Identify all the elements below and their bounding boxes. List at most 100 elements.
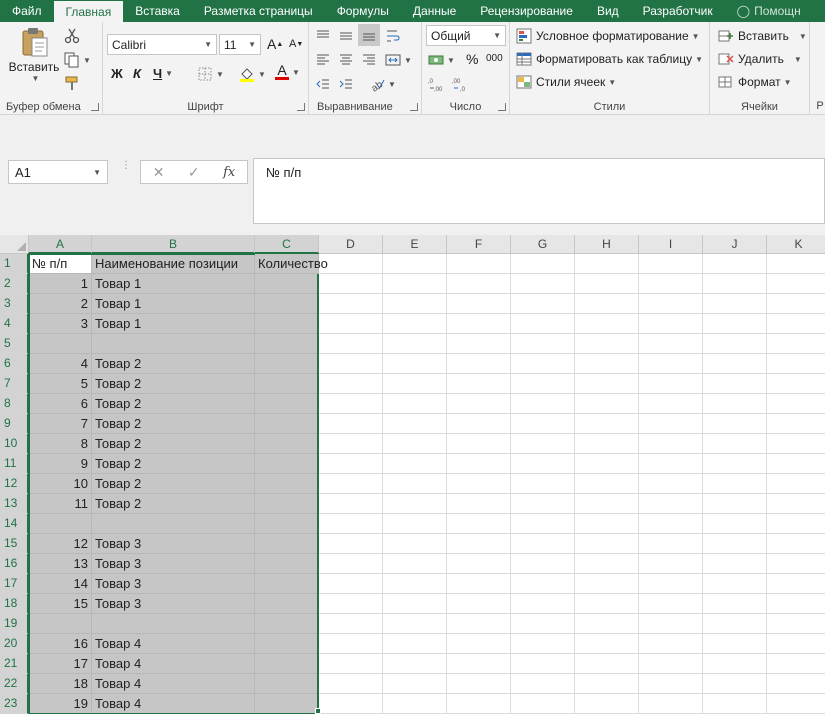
cell-a12[interactable]: 10 (29, 474, 92, 494)
dialog-launcher-icon[interactable] (498, 103, 506, 111)
cell-j23[interactable] (703, 694, 767, 714)
formula-input[interactable]: № п/п (253, 158, 825, 224)
name-box[interactable]: A1 ▼ (8, 160, 108, 184)
font-color-button[interactable]: A ▼ (275, 63, 300, 80)
cell-g9[interactable] (511, 414, 575, 434)
cell-k12[interactable] (767, 474, 825, 494)
cell-a2[interactable]: 1 (29, 274, 92, 294)
cell-a3[interactable]: 2 (29, 294, 92, 314)
cell-a19[interactable] (29, 614, 92, 634)
cell-b5[interactable] (92, 334, 255, 354)
cell-f17[interactable] (447, 574, 511, 594)
cell-d2[interactable] (319, 274, 383, 294)
align-top-button[interactable] (315, 28, 331, 44)
cell-i15[interactable] (639, 534, 703, 554)
cell-e5[interactable] (383, 334, 447, 354)
cell-f22[interactable] (447, 674, 511, 694)
cell-e20[interactable] (383, 634, 447, 654)
cell-h6[interactable] (575, 354, 639, 374)
cell-k14[interactable] (767, 514, 825, 534)
cell-a4[interactable]: 3 (29, 314, 92, 334)
cell-d18[interactable] (319, 594, 383, 614)
cell-d19[interactable] (319, 614, 383, 634)
cell-a23[interactable]: 19 (29, 694, 92, 714)
cell-d23[interactable] (319, 694, 383, 714)
cell-d14[interactable] (319, 514, 383, 534)
cell-h7[interactable] (575, 374, 639, 394)
cell-b19[interactable] (92, 614, 255, 634)
cell-k3[interactable] (767, 294, 825, 314)
cell-f16[interactable] (447, 554, 511, 574)
cell-f10[interactable] (447, 434, 511, 454)
cell-c14[interactable] (255, 514, 319, 534)
cell-g2[interactable] (511, 274, 575, 294)
cell-k15[interactable] (767, 534, 825, 554)
cell-f20[interactable] (447, 634, 511, 654)
cell-h11[interactable] (575, 454, 639, 474)
cell-e4[interactable] (383, 314, 447, 334)
cell-i23[interactable] (639, 694, 703, 714)
column-header-c[interactable]: C (255, 235, 319, 254)
cell-h5[interactable] (575, 334, 639, 354)
cell-h3[interactable] (575, 294, 639, 314)
cell-c16[interactable] (255, 554, 319, 574)
cell-e17[interactable] (383, 574, 447, 594)
select-all-button[interactable] (0, 235, 29, 254)
cell-k6[interactable] (767, 354, 825, 374)
cell-c22[interactable] (255, 674, 319, 694)
cell-a18[interactable]: 15 (29, 594, 92, 614)
font-size-combo[interactable]: 11 ▼ (219, 34, 261, 55)
cell-a17[interactable]: 14 (29, 574, 92, 594)
cell-j11[interactable] (703, 454, 767, 474)
cell-f1[interactable] (447, 254, 511, 274)
percent-button[interactable]: % (466, 51, 478, 67)
cell-h22[interactable] (575, 674, 639, 694)
cell-d1[interactable] (319, 254, 383, 274)
cell-e12[interactable] (383, 474, 447, 494)
cell-e1[interactable] (383, 254, 447, 274)
cell-g4[interactable] (511, 314, 575, 334)
column-header-b[interactable]: B (92, 235, 255, 254)
cell-c1[interactable]: Количество (255, 254, 328, 274)
cell-e6[interactable] (383, 354, 447, 374)
cell-j7[interactable] (703, 374, 767, 394)
tab-file[interactable]: Файл (0, 0, 54, 22)
check-icon[interactable]: ✓ (188, 164, 200, 181)
cell-f8[interactable] (447, 394, 511, 414)
cell-e14[interactable] (383, 514, 447, 534)
cell-j18[interactable] (703, 594, 767, 614)
cell-b1[interactable]: Наименование позиции (92, 254, 255, 274)
cell-h15[interactable] (575, 534, 639, 554)
cell-e13[interactable] (383, 494, 447, 514)
cell-e21[interactable] (383, 654, 447, 674)
insert-function-button[interactable]: fx (223, 165, 235, 180)
align-bottom-button[interactable] (358, 24, 380, 46)
merge-center-button[interactable]: ▼ (385, 52, 412, 68)
cell-h19[interactable] (575, 614, 639, 634)
row-header[interactable]: 14 (0, 514, 29, 534)
cell-d10[interactable] (319, 434, 383, 454)
cell-d16[interactable] (319, 554, 383, 574)
cell-d3[interactable] (319, 294, 383, 314)
dialog-launcher-icon[interactable] (410, 103, 418, 111)
cell-e2[interactable] (383, 274, 447, 294)
cell-d6[interactable] (319, 354, 383, 374)
cell-h2[interactable] (575, 274, 639, 294)
fill-color-button[interactable]: ▼ (239, 66, 266, 82)
cell-a13[interactable]: 11 (29, 494, 92, 514)
borders-button[interactable]: ▼ (197, 66, 224, 82)
column-header-d[interactable]: D (319, 235, 383, 254)
cell-g22[interactable] (511, 674, 575, 694)
cell-c12[interactable] (255, 474, 319, 494)
thousands-button[interactable]: 000 (486, 53, 503, 64)
cell-b13[interactable]: Товар 2 (92, 494, 255, 514)
cell-f4[interactable] (447, 314, 511, 334)
cell-c19[interactable] (255, 614, 319, 634)
italic-button[interactable]: К (133, 66, 141, 81)
cell-a14[interactable] (29, 514, 92, 534)
align-center-button[interactable] (338, 52, 354, 68)
row-header[interactable]: 17 (0, 574, 29, 594)
cell-a6[interactable]: 4 (29, 354, 92, 374)
row-header[interactable]: 22 (0, 674, 29, 694)
cell-g15[interactable] (511, 534, 575, 554)
